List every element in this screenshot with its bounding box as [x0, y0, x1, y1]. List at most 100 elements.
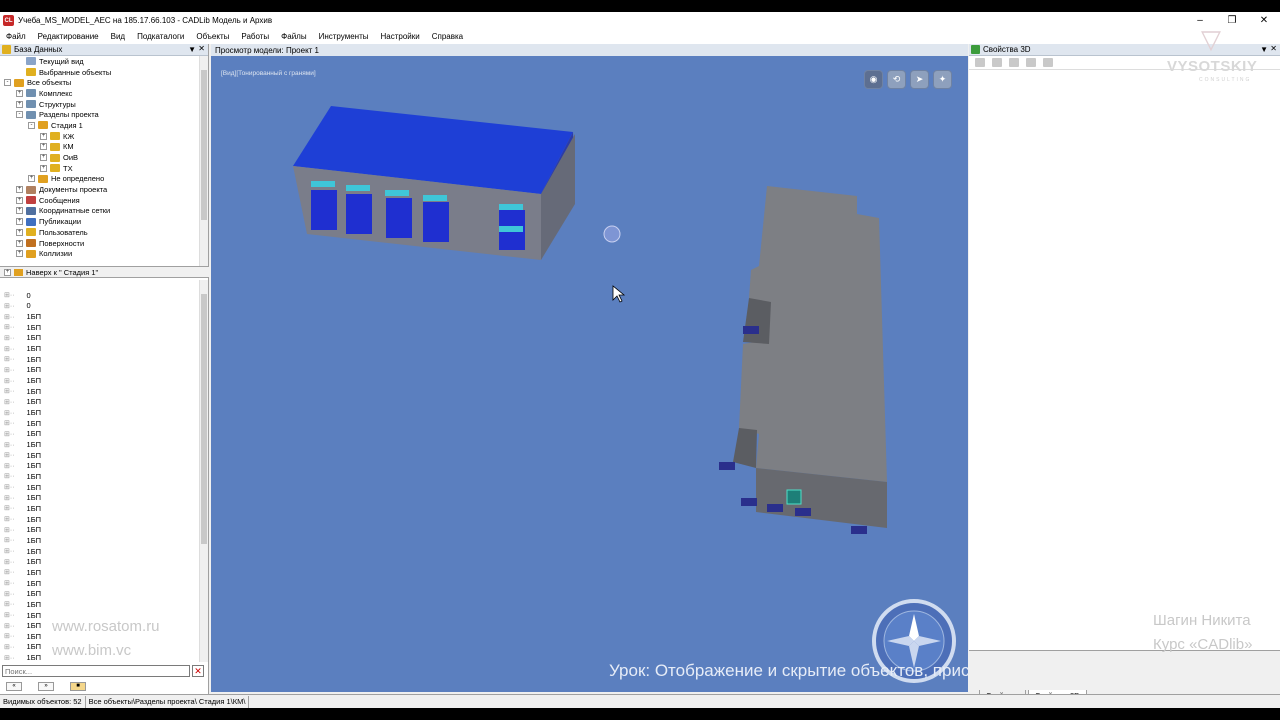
- expand-icon[interactable]: ⊞··: [4, 536, 15, 544]
- tree-item[interactable]: + Коллизии: [0, 248, 209, 259]
- expand-icon[interactable]: ⊞··: [4, 590, 15, 598]
- close-icon[interactable]: ✕: [1248, 12, 1280, 29]
- pin-icon[interactable]: ▼: [188, 45, 196, 54]
- grid-icon[interactable]: [975, 58, 985, 67]
- tree-item[interactable]: - Разделы проекта: [0, 109, 209, 120]
- tree-item[interactable]: - Все объекты: [0, 77, 209, 88]
- expand-icon[interactable]: ⊞··: [4, 654, 15, 660]
- expand-icon[interactable]: ⊞··: [4, 291, 15, 299]
- walk-icon[interactable]: ✦: [933, 70, 952, 89]
- expand-icon[interactable]: ⊞··: [4, 409, 15, 417]
- tree-item[interactable]: Текущий вид: [0, 56, 209, 67]
- expand-icon[interactable]: ⊞··: [4, 387, 15, 395]
- expand-icon[interactable]: ⊞··: [4, 430, 15, 438]
- collapse-icon[interactable]: -: [28, 121, 35, 129]
- tree-item[interactable]: + ТХ: [0, 163, 209, 174]
- expand-icon[interactable]: +: [16, 196, 23, 204]
- menu-files[interactable]: Файлы: [281, 32, 306, 41]
- list-item[interactable]: ⊞·· 1БП: [0, 546, 200, 557]
- expand-icon[interactable]: +: [16, 218, 23, 226]
- list-item[interactable]: ⊞·· 1БП: [0, 461, 200, 472]
- list-item[interactable]: ⊞·· 1БП: [0, 397, 200, 408]
- list-item[interactable]: ⊞·· 1БП: [0, 556, 200, 567]
- view-mode-label[interactable]: [Вид][Тонированный с гранями]: [221, 70, 316, 77]
- expand-icon[interactable]: +: [40, 143, 47, 151]
- building-warehouse[interactable]: [293, 106, 575, 260]
- expand-icon[interactable]: +: [16, 239, 23, 247]
- list-item[interactable]: ⊞·· 1БП: [0, 407, 200, 418]
- expand-icon[interactable]: ⊞··: [4, 451, 15, 459]
- expand-icon[interactable]: ⊞··: [4, 345, 15, 353]
- tree-item[interactable]: + Структуры: [0, 99, 209, 110]
- menu-tools[interactable]: Инструменты: [319, 32, 369, 41]
- list-item[interactable]: ⊞·· 1БП: [0, 524, 200, 535]
- fly-icon[interactable]: ➤: [910, 70, 929, 89]
- search-input[interactable]: [2, 665, 190, 677]
- tree-item[interactable]: + КЖ: [0, 131, 209, 142]
- list-item[interactable]: ⊞·· 1БП: [0, 599, 200, 610]
- expand-icon[interactable]: ⊞··: [4, 441, 15, 449]
- list-item[interactable]: ⊞·· 1БП: [0, 471, 200, 482]
- expand-icon[interactable]: ⊞··: [4, 632, 15, 640]
- list-item[interactable]: ⊞·· 1БП: [0, 354, 200, 365]
- expand-icon[interactable]: ⊞··: [4, 419, 15, 427]
- list-item[interactable]: ⊞·· 1БП: [0, 311, 200, 322]
- rotate-icon[interactable]: ⟲: [887, 70, 906, 89]
- expand-icon[interactable]: ⊞··: [4, 494, 15, 502]
- expand-icon[interactable]: +: [40, 132, 47, 140]
- menu-edit[interactable]: Редактирование: [38, 32, 99, 41]
- expand-icon[interactable]: ⊞··: [4, 611, 15, 619]
- tree-item[interactable]: + Поверхности: [0, 238, 209, 249]
- list-item[interactable]: ⊞·· 1БП: [0, 567, 200, 578]
- menu-works[interactable]: Работы: [241, 32, 269, 41]
- tree-item[interactable]: Выбранные объекты: [0, 67, 209, 78]
- expand-icon[interactable]: +: [16, 186, 23, 194]
- panel-close-icon[interactable]: ✕: [1270, 44, 1277, 53]
- 3d-scene[interactable]: [211, 44, 968, 692]
- expand-icon[interactable]: +: [40, 164, 47, 172]
- expand-icon[interactable]: ⊞··: [4, 302, 15, 310]
- transform-icon[interactable]: [1043, 58, 1053, 67]
- expand-icon[interactable]: ⊞··: [4, 334, 15, 342]
- tree-scroll-thumb[interactable]: [201, 70, 207, 220]
- menu-file[interactable]: Файл: [6, 32, 26, 41]
- list-item[interactable]: ⊞·· 1БП: [0, 375, 200, 386]
- expand-icon[interactable]: ⊞··: [4, 483, 15, 491]
- tree-item[interactable]: - Стадия 1: [0, 120, 209, 131]
- list-scroll-thumb[interactable]: [201, 294, 207, 544]
- expand-icon[interactable]: ⊞··: [4, 366, 15, 374]
- list-item[interactable]: ⊞·· 1БП: [0, 492, 200, 503]
- move-icon[interactable]: [1009, 58, 1019, 67]
- expand-icon[interactable]: +: [16, 228, 23, 236]
- expand-icon[interactable]: +: [28, 175, 35, 183]
- list-item[interactable]: ⊞·· 1БП: [0, 418, 200, 429]
- tree-scrollbar[interactable]: [199, 56, 208, 266]
- list-scrollbar[interactable]: [199, 280, 208, 662]
- list-item[interactable]: ⊞·· 1БП: [0, 333, 200, 344]
- expand-icon[interactable]: ⊞··: [4, 579, 15, 587]
- collapse-icon[interactable]: -: [16, 111, 23, 119]
- first-page-icon[interactable]: «: [6, 681, 22, 691]
- tree-item[interactable]: + ОиВ: [0, 152, 209, 163]
- list-item[interactable]: ⊞·· 1БП: [0, 514, 200, 525]
- list-item[interactable]: ⊞·· 1БП: [0, 365, 200, 376]
- pin-icon[interactable]: ▼: [1260, 45, 1268, 54]
- list-item[interactable]: ⊞·· 1БП: [0, 450, 200, 461]
- tree-item[interactable]: + Документы проекта: [0, 184, 209, 195]
- expand-icon[interactable]: ⊞··: [4, 568, 15, 576]
- expand-icon[interactable]: ⊞··: [4, 515, 15, 523]
- sort-icon[interactable]: [992, 58, 1002, 67]
- tree-item[interactable]: + Координатные сетки: [0, 206, 209, 217]
- expand-icon[interactable]: +: [40, 154, 47, 162]
- expand-icon[interactable]: ⊞··: [4, 398, 15, 406]
- expand-icon[interactable]: +: [16, 250, 23, 258]
- menu-objects[interactable]: Объекты: [196, 32, 229, 41]
- tree-item[interactable]: + Сообщения: [0, 195, 209, 206]
- expand-icon[interactable]: ⊞··: [4, 355, 15, 363]
- search-clear-icon[interactable]: ✕: [192, 665, 204, 677]
- list-item[interactable]: ⊞·· 0: [0, 290, 200, 301]
- menu-help[interactable]: Справка: [432, 32, 463, 41]
- expand-icon[interactable]: ⊞··: [4, 323, 15, 331]
- expand-icon[interactable]: ⊞··: [4, 313, 15, 321]
- list-item[interactable]: ⊞·· 1БП: [0, 588, 200, 599]
